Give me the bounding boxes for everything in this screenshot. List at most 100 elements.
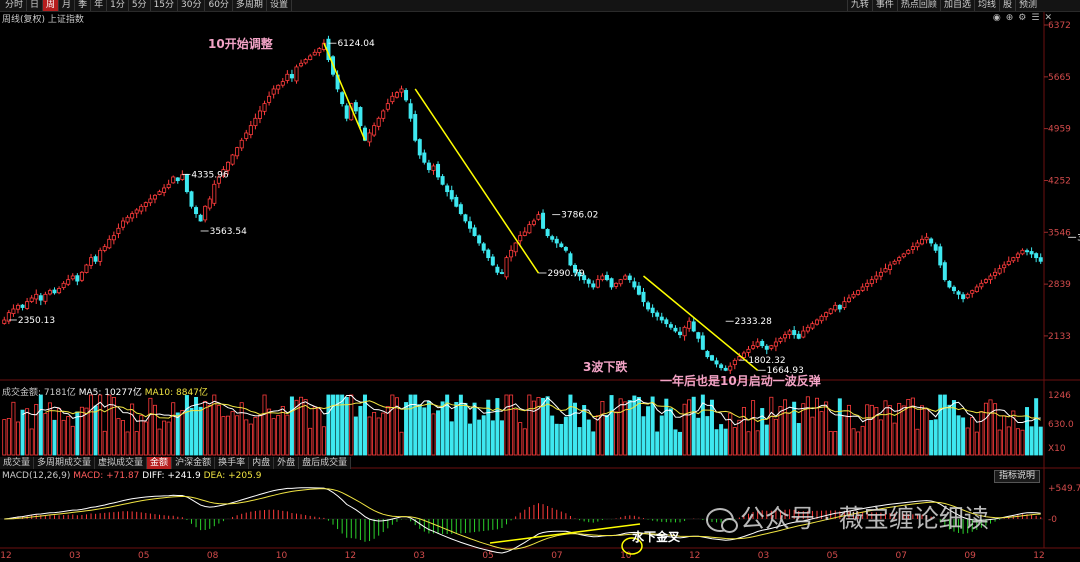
- volume-bar: [851, 428, 856, 456]
- candle-body: [1015, 253, 1020, 258]
- candle-body: [436, 163, 441, 178]
- candle-body: [604, 274, 609, 281]
- volume-bar: [828, 430, 833, 456]
- period-tab[interactable]: 年: [91, 0, 108, 11]
- volume-bar: [130, 403, 135, 456]
- period-tab[interactable]: 1分: [107, 0, 129, 11]
- volume-bar: [495, 398, 500, 456]
- volume-bar: [518, 422, 523, 456]
- period-tab[interactable]: 季: [75, 0, 92, 11]
- volume-bar: [942, 394, 947, 456]
- candle-body: [34, 293, 39, 300]
- period-tab[interactable]: 多周期: [233, 0, 267, 11]
- candle-body: [947, 280, 952, 288]
- toolbar-tool[interactable]: 加自选: [939, 0, 974, 11]
- volume-bar: [691, 396, 696, 456]
- volume-bar: [422, 407, 427, 456]
- candle-body: [143, 202, 148, 207]
- toolbar-tool[interactable]: 预测: [1014, 0, 1040, 11]
- volume-bar: [467, 423, 472, 456]
- candle-body: [38, 295, 43, 301]
- volume-bar: [641, 416, 646, 456]
- candle-body: [673, 327, 678, 332]
- x-tick-label: 05: [827, 551, 838, 561]
- price-label: 4335.96: [191, 170, 228, 180]
- volume-tab[interactable]: 成交量: [0, 457, 35, 469]
- volume-tab[interactable]: 虚拟成交量: [95, 457, 148, 469]
- period-tab[interactable]: 设置: [267, 0, 292, 11]
- settings-icon[interactable]: ⚙: [1018, 13, 1026, 23]
- volume-bar: [732, 427, 737, 456]
- candle-body: [399, 88, 404, 93]
- x-tick-label: 07: [896, 551, 907, 561]
- candle-body: [84, 264, 89, 273]
- eye-icon[interactable]: ◉: [993, 13, 1001, 23]
- toolbar-tool[interactable]: 事件: [871, 0, 897, 11]
- toolbar-tool[interactable]: 均线: [973, 0, 999, 11]
- volume-bar: [600, 400, 605, 456]
- candle-body: [25, 301, 30, 309]
- candle-body: [102, 246, 107, 251]
- macd-axis-label: +549.7: [1048, 484, 1080, 494]
- candle-body: [842, 301, 847, 308]
- trend-line: [414, 88, 540, 274]
- macd-legend: MACD(12,26,9) MACD: +71.87 DIFF: +241.9 …: [2, 471, 261, 481]
- period-tab[interactable]: 30分: [178, 0, 206, 11]
- candle-body: [271, 88, 276, 95]
- volume-bar: [632, 395, 637, 456]
- period-tab[interactable]: 分时: [2, 0, 28, 11]
- price-label: 2990.79: [547, 269, 584, 279]
- candle-body: [226, 161, 231, 171]
- candle-body: [732, 359, 737, 366]
- candle-body: [353, 102, 358, 112]
- zoom-icon[interactable]: ⊕: [1006, 13, 1014, 23]
- candle-body: [481, 243, 486, 251]
- candle-body: [591, 283, 596, 288]
- volume-bar: [285, 414, 290, 456]
- candle-body: [166, 183, 171, 189]
- volume-bar: [25, 408, 30, 456]
- toolbar-tool[interactable]: 九转: [846, 0, 872, 11]
- period-tab[interactable]: 月: [59, 0, 76, 11]
- toolbar-tool[interactable]: 股: [998, 0, 1015, 11]
- volume-bar: [833, 431, 838, 456]
- volume-tab[interactable]: 金额: [147, 457, 173, 469]
- volume-bar: [723, 428, 728, 456]
- candle-body: [11, 308, 16, 314]
- x-tick-label: 10: [276, 551, 288, 561]
- volume-bar: [390, 394, 395, 456]
- period-tab[interactable]: 15分: [151, 0, 179, 11]
- volume-tab[interactable]: 外盘: [274, 457, 300, 469]
- candle-body: [125, 216, 130, 223]
- candle-body: [490, 256, 495, 266]
- price-label: 2333.28: [735, 317, 772, 327]
- volume-bar: [38, 394, 43, 456]
- candle-body: [755, 341, 760, 347]
- period-tab[interactable]: 5分: [129, 0, 151, 11]
- period-tab[interactable]: 60分: [205, 0, 233, 11]
- candle-body: [299, 62, 304, 67]
- volume-bar: [997, 429, 1002, 456]
- volume-tab[interactable]: 换手率: [215, 457, 250, 469]
- volume-bar: [915, 428, 920, 456]
- close-icon[interactable]: ✕: [1044, 13, 1052, 23]
- volume-tab[interactable]: 多周期成交量: [34, 457, 96, 469]
- volume-bar: [1034, 398, 1039, 456]
- volume-tab[interactable]: 盘后成交量: [299, 457, 352, 469]
- candle-body: [340, 92, 345, 105]
- candle-body: [664, 319, 669, 325]
- period-tab[interactable]: 日: [27, 0, 44, 11]
- period-tab[interactable]: 周: [43, 0, 60, 11]
- toolbar-tool[interactable]: 热点回顾: [896, 0, 940, 11]
- volume-bar: [664, 398, 669, 456]
- volume-tab[interactable]: 内盘: [249, 457, 275, 469]
- indicator-help-button[interactable]: 指标说明: [993, 470, 1040, 483]
- volume-bar: [591, 431, 596, 456]
- candle-body: [796, 333, 801, 339]
- candle-body: [650, 307, 655, 314]
- volume-bar: [175, 412, 180, 456]
- candle-body: [20, 304, 25, 308]
- volume-tab[interactable]: 沪深金额: [172, 457, 216, 469]
- list-icon[interactable]: ☰: [1031, 13, 1039, 23]
- candle-body: [997, 268, 1002, 274]
